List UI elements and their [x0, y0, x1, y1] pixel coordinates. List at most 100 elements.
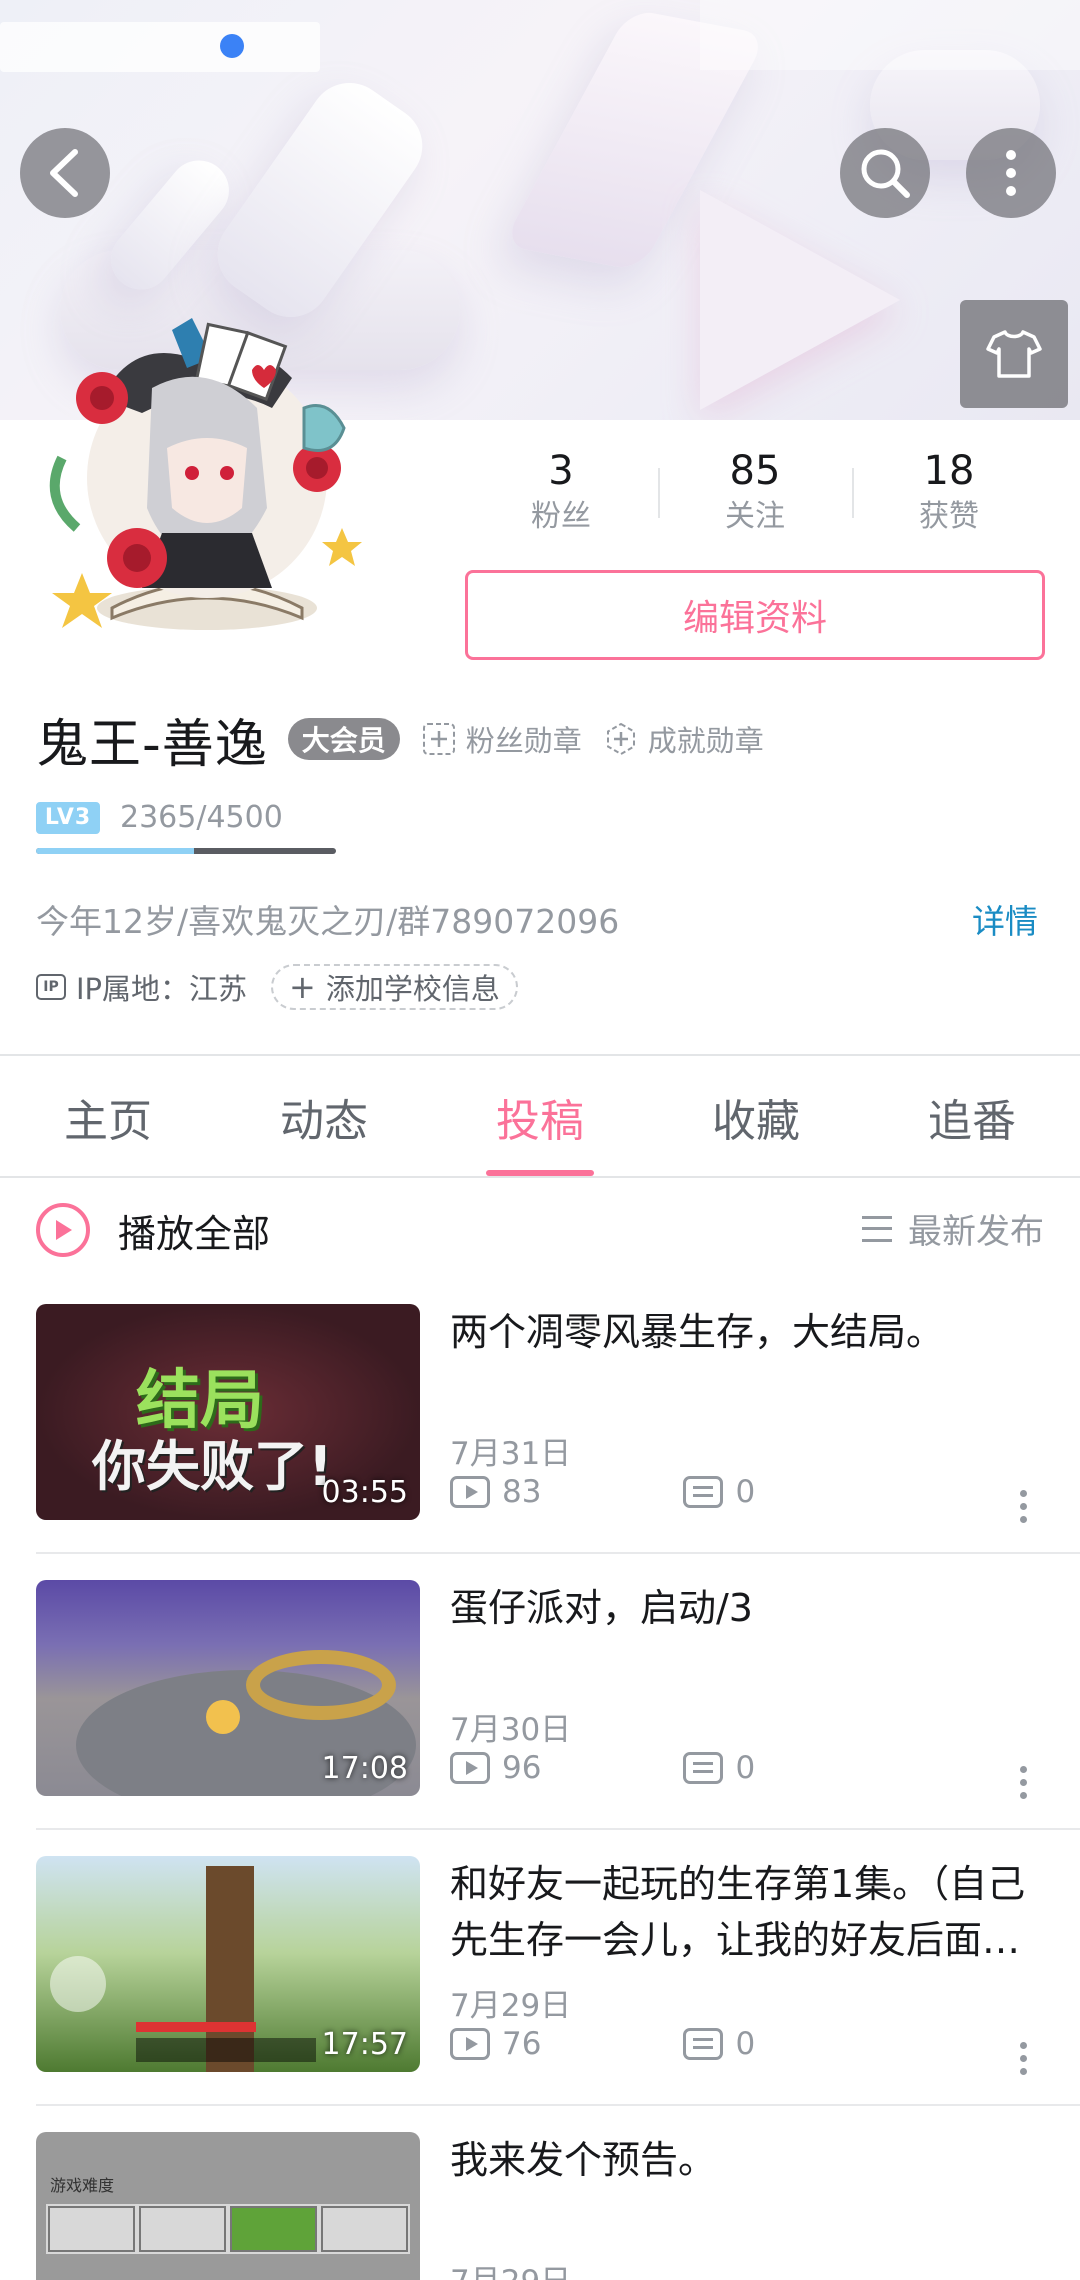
thumbnail-decor	[46, 2204, 410, 2254]
more-vertical-icon	[1006, 150, 1016, 196]
achievement-medal-button[interactable]: 成就勋章	[604, 718, 764, 760]
tab-uploads[interactable]: 投稿	[432, 1058, 648, 1176]
thumbnail-decor	[50, 1956, 106, 2012]
back-button[interactable]	[20, 128, 110, 218]
video-item[interactable]: 17:57 和好友一起玩的生存第1集。（自己先生存一会儿，让我的好友后面再加入）…	[0, 1830, 1080, 2106]
comment-count: 0	[735, 2026, 756, 2062]
video-thumbnail[interactable]: 17:08	[36, 1580, 420, 1796]
stat-label: 获赞	[919, 499, 979, 534]
video-title[interactable]: 两个凋零风暴生存，大结局。	[450, 1304, 1050, 1360]
thumbnail-decor	[206, 1700, 240, 1734]
stat-following[interactable]: 85 关注	[658, 446, 852, 542]
add-achievement-icon	[606, 722, 635, 756]
tab-home[interactable]: 主页	[0, 1058, 216, 1176]
video-item[interactable]: 17:08 蛋仔派对，启动/3 7月30日 96 0	[0, 1554, 1080, 1830]
play-count-icon	[450, 2028, 490, 2060]
status-bar-left	[0, 22, 320, 72]
video-thumbnail[interactable]: 结局 你失败了! 03:55	[36, 1304, 420, 1520]
name-row: 鬼王-善逸 大会员 粉丝勋章 成就勋章	[36, 704, 764, 775]
video-duration: 17:57	[321, 2027, 408, 2062]
comment-count: 0	[735, 1750, 756, 1786]
comment-count-icon	[683, 2028, 724, 2060]
stat-fans[interactable]: 3 粉丝	[464, 446, 658, 542]
thumbnail-decor	[246, 1650, 396, 1720]
video-stats: 96 0	[450, 1750, 755, 1786]
video-title[interactable]: 蛋仔派对，启动/3	[450, 1580, 1050, 1636]
exp-progress-bar	[36, 848, 336, 854]
stat-value: 18	[923, 448, 975, 494]
tab-bangumi[interactable]: 追番	[864, 1058, 1080, 1176]
plus-icon: +	[289, 968, 316, 1006]
video-item[interactable]: 游戏难度 我来发个预告。 7月29日	[0, 2106, 1080, 2280]
play-count: 83	[502, 1474, 542, 1510]
search-icon	[861, 149, 910, 198]
avatar[interactable]	[42, 318, 372, 638]
fan-medal-button[interactable]: 粉丝勋章	[422, 718, 582, 760]
fan-medal-label: 粉丝勋章	[465, 724, 582, 758]
add-school-button[interactable]: + 添加学校信息	[271, 964, 518, 1010]
status-bar-right	[700, 0, 1080, 70]
play-all-button[interactable]: 播放全部	[36, 1200, 270, 1260]
sort-button[interactable]: 最新发布	[862, 1204, 1044, 1253]
username: 鬼王-善逸	[36, 714, 268, 775]
play-count: 76	[502, 2026, 542, 2062]
thumbnail-decor	[136, 2022, 256, 2032]
video-thumbnail[interactable]: 游戏难度	[36, 2132, 420, 2280]
edit-profile-button[interactable]: 编辑资料	[465, 570, 1045, 660]
level-badge: LV3	[36, 801, 100, 834]
dress-up-button[interactable]	[960, 300, 1068, 408]
search-button[interactable]	[840, 128, 930, 218]
detail-link[interactable]: 详情	[972, 895, 1038, 943]
play-count: 96	[502, 1750, 542, 1786]
play-count-icon	[450, 1476, 490, 1508]
thumbnail-decor	[136, 2038, 316, 2062]
video-stats: 83 0	[450, 1474, 755, 1510]
stat-label: 关注	[725, 499, 785, 534]
play-count-icon	[450, 1752, 490, 1784]
video-title[interactable]: 我来发个预告。	[450, 2132, 1050, 2188]
stat-likes[interactable]: 18 获赞	[852, 446, 1046, 542]
video-duration: 03:55	[321, 1475, 408, 1510]
stat-value: 3	[548, 448, 574, 494]
video-thumbnail[interactable]: 17:57	[36, 1856, 420, 2072]
play-all-label: 播放全部	[118, 1211, 271, 1256]
more-vertical-icon[interactable]	[1020, 1766, 1028, 1806]
video-date: 7月30日	[450, 1712, 572, 1748]
video-date: 7月29日	[450, 2256, 571, 2280]
play-circle-icon	[36, 1203, 90, 1257]
video-date: 7月29日	[450, 1988, 572, 2024]
meta-row: IP IP属地：江苏 + 添加学校信息	[36, 962, 518, 1012]
comment-count: 0	[735, 1474, 756, 1510]
video-date: 7月31日	[450, 1436, 572, 1472]
status-network-icon	[220, 34, 244, 58]
video-item[interactable]: 结局 你失败了! 03:55 两个凋零风暴生存，大结局。 7月31日 83 0	[0, 1278, 1080, 1554]
add-school-label: 添加学校信息	[325, 972, 500, 1006]
level-row[interactable]: LV3 2365/4500	[36, 800, 283, 835]
comment-count-icon	[683, 1752, 724, 1784]
stat-value: 85	[729, 448, 781, 494]
back-arrow-icon	[50, 149, 78, 197]
more-button[interactable]	[966, 128, 1056, 218]
profile-tabs: 主页 动态 投稿 收藏 追番	[0, 1058, 1080, 1176]
list-icon	[862, 1215, 892, 1242]
banner-decor	[700, 190, 900, 410]
exp-text: 2365/4500	[120, 800, 283, 835]
video-duration: 17:08	[321, 1751, 408, 1786]
thumbnail-text: 游戏难度	[50, 2176, 115, 2195]
more-vertical-icon[interactable]	[1020, 2042, 1028, 2082]
tab-favorites[interactable]: 收藏	[648, 1058, 864, 1176]
video-title[interactable]: 和好友一起玩的生存第1集。（自己先生存一会儿，让我的好友后面再加入）	[450, 1856, 1050, 1968]
tab-dynamic[interactable]: 动态	[216, 1058, 432, 1176]
video-stats: 76 0	[450, 2026, 755, 2062]
divider	[0, 1054, 1080, 1056]
add-medal-icon	[422, 723, 455, 755]
avatar-image	[49, 318, 362, 630]
stat-label: 粉丝	[531, 499, 591, 534]
achievement-medal-label: 成就勋章	[647, 724, 764, 758]
ip-location: IP属地：江苏	[76, 972, 248, 1006]
sort-label: 最新发布	[908, 1212, 1044, 1252]
divider	[0, 1176, 1080, 1178]
more-vertical-icon[interactable]	[1020, 1490, 1028, 1530]
vip-badge[interactable]: 大会员	[287, 718, 400, 760]
comment-count-icon	[683, 1476, 724, 1508]
